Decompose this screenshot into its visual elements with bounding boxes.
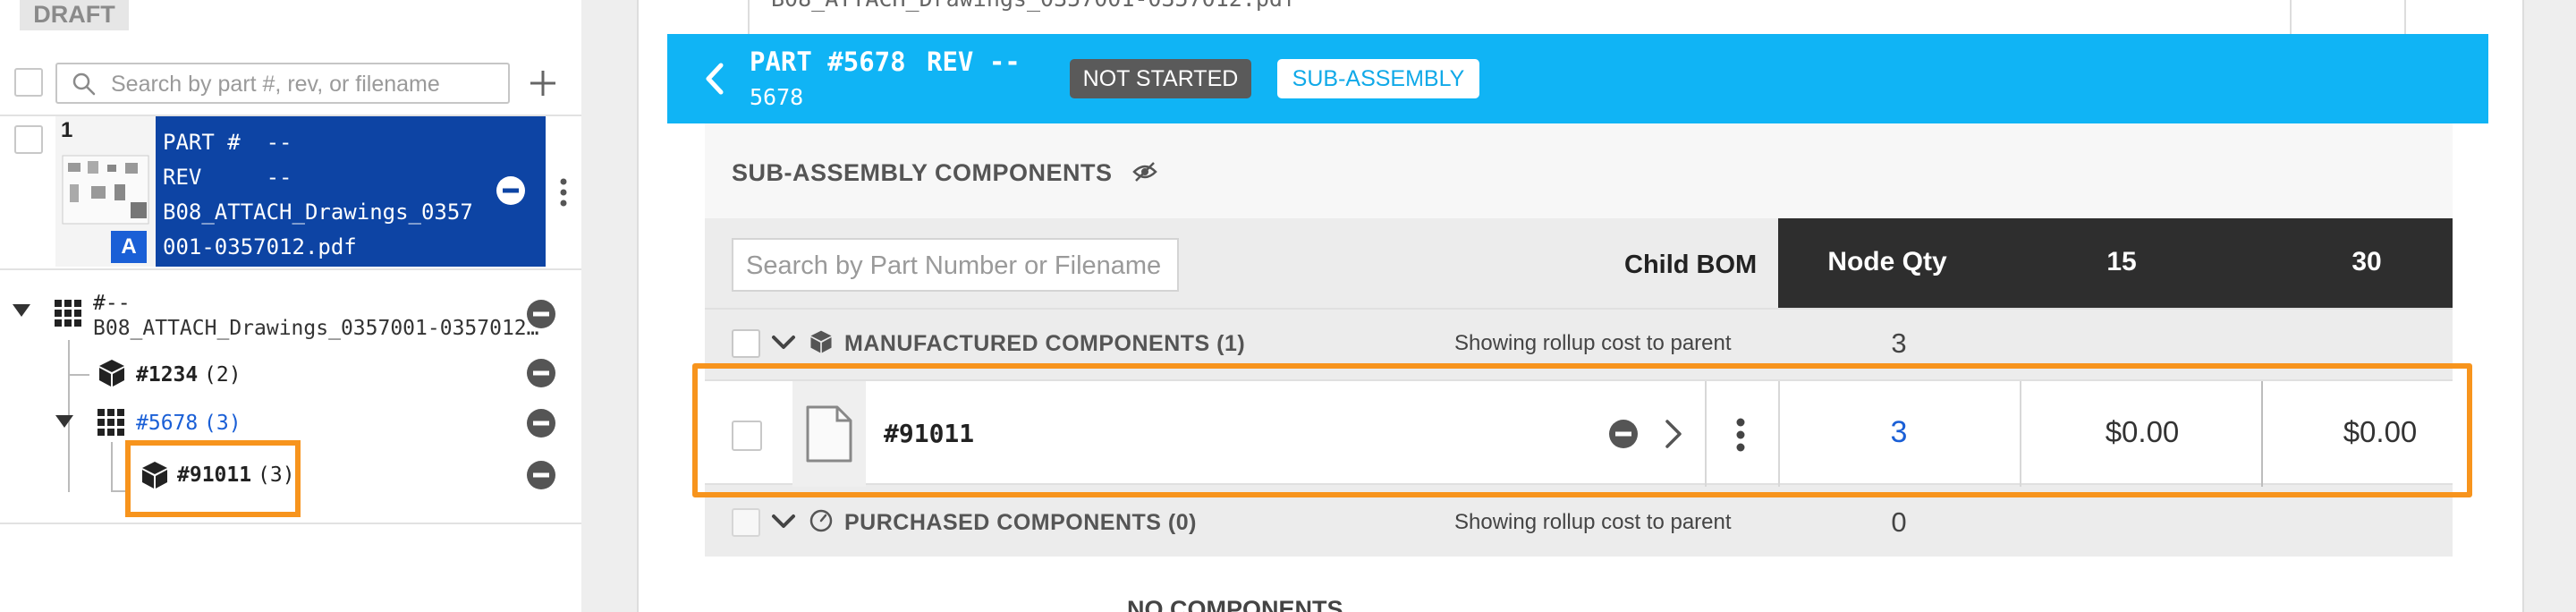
tree-child-number[interactable]: #1234 [136,363,198,387]
eye-slash-icon[interactable] [1132,161,1157,183]
remove-circle-icon[interactable] [496,175,526,206]
document-info: PART # -- REV -- B08_ATTACH_Drawings_035… [163,130,473,259]
group-checkbox[interactable] [732,329,760,358]
document-checkbox[interactable] [14,125,43,154]
tree-child-qty: (3) [204,412,242,435]
remove-circle-icon[interactable] [526,358,556,388]
document-search-input[interactable] [111,70,496,98]
divider [0,523,581,524]
tree-grandchild-number[interactable]: #91011 [177,463,251,487]
document-index: 1 [61,118,73,142]
chevron-down-icon[interactable] [771,335,796,351]
child-bom-label: Child BOM [1624,251,1758,279]
group-node-qty: 3 [1891,327,1907,359]
caret-down-icon[interactable] [13,304,30,317]
cost-table-header: Node Qty 15 30 [1778,218,2453,308]
cube-part-icon [810,330,832,353]
group-label-manufactured: MANUFACTURED COMPONENTS (1) [844,331,1246,356]
rollup-note: Showing rollup cost to parent [1454,331,1732,355]
grid-assembly-icon [97,409,124,436]
remove-circle-icon[interactable] [526,299,556,329]
rollup-note: Showing rollup cost to parent [1454,510,1732,534]
remove-circle-icon[interactable] [526,408,556,438]
tree-child-qty: (2) [204,363,242,387]
draft-status-badge: DRAFT [20,0,129,30]
divider [0,268,581,270]
section-title: SUB-ASSEMBLY COMPONENTS [732,159,1113,186]
type-badge: SUB-ASSEMBLY [1277,59,1479,98]
part-number-title: PART #5678 [750,47,906,77]
section-header: SUB-ASSEMBLY COMPONENTS [705,123,2453,218]
select-all-checkbox[interactable] [14,68,43,97]
drawing-preview-icon [62,155,149,225]
document-thumbnail[interactable]: 1 A [55,116,156,267]
cube-part-icon [99,360,124,387]
sidebar: DRAFT 1 A [0,0,581,612]
status-badge: NOT STARTED [1070,59,1251,98]
purchased-gauge-icon [809,509,833,532]
revision-letter-badge: A [111,231,147,263]
back-chevron-icon[interactable] [705,63,724,95]
group-node-qty: 0 [1891,506,1907,538]
part-sub-number: 5678 [750,84,804,110]
col-node-qty[interactable]: Node Qty [1789,247,1986,277]
grid-assembly-icon [55,300,81,327]
remove-circle-icon[interactable] [526,460,556,490]
search-icon [72,72,96,96]
document-card[interactable]: 1 A PART # -- REV -- B08_ATTACH_Drawings… [55,116,546,267]
col-qty-15[interactable]: 15 [1998,247,2245,277]
assembly-tree: #-- B08_ATTACH_Drawings_0357001-0357012…… [0,277,581,528]
tree-connector [111,442,113,492]
tree-root-filename[interactable]: B08_ATTACH_Drawings_0357001-0357012… [93,317,539,340]
group-checkbox[interactable] [732,508,760,537]
divider [705,308,2453,310]
document-more-icon[interactable] [558,177,569,208]
cube-part-icon [142,462,167,489]
divider [2290,0,2292,34]
tree-grandchild-qty: (3) [258,463,295,487]
col-qty-30[interactable]: 30 [2245,247,2488,277]
empty-message: NO COMPONENTS [1127,596,1343,612]
previous-filename: B08_ATTACH_Drawings_0357001-0357012.pdf [771,0,1296,12]
tree-root-number[interactable]: #-- [93,292,131,315]
caret-down-icon[interactable] [55,415,73,428]
revision-title: REV -- [927,47,1021,77]
tree-child-number-selected[interactable]: #5678 [136,412,198,435]
part-header: PART #5678 REV -- 5678 [667,34,2488,123]
chevron-down-icon[interactable] [771,514,796,530]
part-search-input[interactable] [746,249,1166,283]
highlight-box [692,363,2472,497]
document-search-field[interactable] [55,63,510,104]
group-label-purchased: PURCHASED COMPONENTS (0) [844,510,1197,535]
add-icon[interactable] [528,68,558,98]
divider [748,0,750,34]
part-search-field[interactable] [732,238,1179,292]
divider [2404,0,2406,34]
tree-connector [68,374,89,376]
